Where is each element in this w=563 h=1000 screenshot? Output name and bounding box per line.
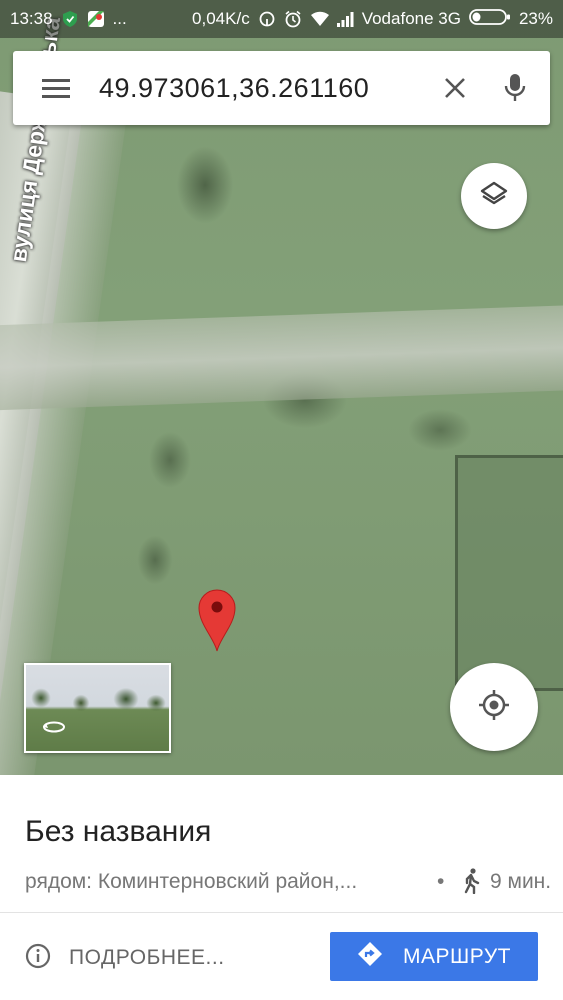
search-bar[interactable]: 49.973061,36.261160 xyxy=(13,51,550,125)
close-icon[interactable] xyxy=(430,51,480,125)
layers-button[interactable] xyxy=(461,163,527,229)
directions-icon xyxy=(357,941,383,973)
separator-dot: • xyxy=(437,870,445,893)
place-sheet[interactable]: Без названия рядом: Коминтерновский райо… xyxy=(0,775,563,1000)
status-more-notifications: ... xyxy=(112,9,127,28)
status-time: 13:38 xyxy=(10,9,53,28)
route-label: МАРШРУТ xyxy=(403,944,511,968)
maps-app-icon xyxy=(87,10,105,28)
status-bar: 13:38 ... 0,04K/c Vodafone 3G 23% xyxy=(0,0,563,38)
mic-icon[interactable] xyxy=(480,51,550,125)
details-button[interactable]: ПОДРОБНЕЕ... xyxy=(25,938,225,978)
map-pin-icon[interactable] xyxy=(197,588,237,652)
carrier-name: Vodafone 3G xyxy=(361,9,461,28)
details-label: ПОДРОБНЕЕ... xyxy=(69,946,225,969)
sync-icon xyxy=(258,10,276,28)
search-input[interactable]: 49.973061,36.261160 xyxy=(99,73,430,104)
street-view-thumbnail[interactable] xyxy=(24,663,171,753)
layers-icon xyxy=(479,179,509,214)
my-location-icon xyxy=(477,688,511,727)
network-speed: 0,04K/c xyxy=(192,9,250,28)
hamburger-icon[interactable] xyxy=(13,51,99,125)
battery-icon xyxy=(469,8,511,31)
walking-icon xyxy=(460,868,482,899)
route-button[interactable]: МАРШРУТ xyxy=(330,932,538,981)
rotate-360-icon xyxy=(42,720,66,739)
shield-icon xyxy=(61,10,79,28)
signal-icon xyxy=(336,10,354,28)
info-icon xyxy=(25,943,51,974)
my-location-button[interactable] xyxy=(450,663,538,751)
alarm-icon xyxy=(284,10,302,28)
battery-percent: 23% xyxy=(518,9,553,28)
map-building xyxy=(455,455,563,691)
street-view-trees xyxy=(26,683,169,713)
place-title: Без названия xyxy=(25,815,212,848)
place-subtitle: рядом: Коминтерновский район,... xyxy=(25,870,358,893)
wifi-icon xyxy=(310,10,329,28)
divider xyxy=(0,912,563,913)
walk-time: 9 мин. xyxy=(490,870,552,893)
